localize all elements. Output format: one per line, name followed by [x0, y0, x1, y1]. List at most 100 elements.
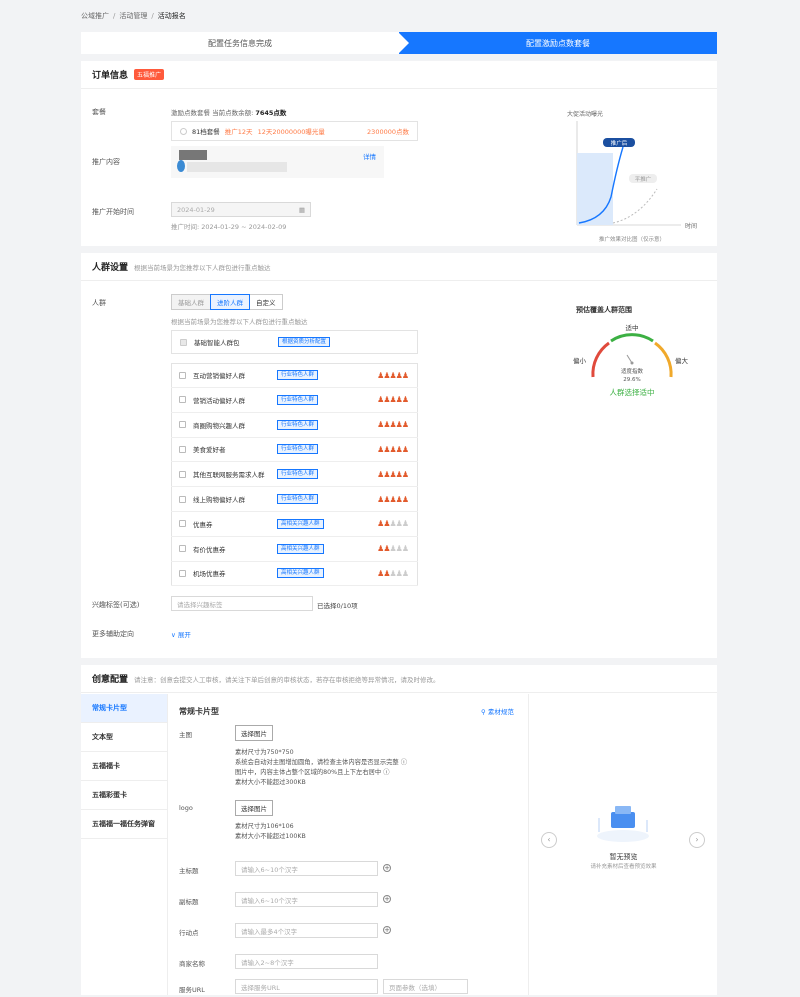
- chevron-down-icon: ∨: [171, 631, 176, 639]
- crowd-checkbox[interactable]: [179, 495, 186, 503]
- nav-text[interactable]: 文本型: [81, 723, 167, 752]
- step-2-active: 配置激励点数套餐: [398, 32, 717, 54]
- person-icon: ♟: [401, 544, 409, 554]
- select-main-image-button[interactable]: 选择图片: [235, 725, 273, 741]
- chart-ylabel: 大促活动曝光: [567, 110, 603, 118]
- select-logo-button[interactable]: 选择图片: [235, 800, 273, 816]
- crowd-hint: 根据当前场景为您推荐以下人群包进行重点触达: [171, 318, 308, 326]
- crowd-checkbox[interactable]: [179, 545, 186, 553]
- logo-label: logo: [179, 804, 193, 812]
- crowd-row[interactable]: 线上购物偏好人群 行业特色人群 ♟♟♟♟♟: [171, 487, 418, 512]
- field-input[interactable]: 请输入最多4个汉字: [235, 923, 378, 938]
- crowd-row[interactable]: 机场优惠券 高相关兴趣人群 ♟♟♟♟♟: [171, 561, 418, 587]
- field-label: 行动点: [179, 929, 199, 937]
- person-icon: ♟: [401, 420, 409, 430]
- nav-task-popup[interactable]: 五福福一福任务弹窗: [81, 810, 167, 839]
- package-days: 推广12天: [224, 128, 253, 136]
- logo-tips: 素材尺寸为106*106 素材大小不能超过100KB: [235, 823, 306, 840]
- crowd-checkbox[interactable]: [179, 520, 186, 528]
- content-label: 推广内容: [92, 158, 120, 166]
- chart-caption: 推广效果对比图（仅示意）: [599, 235, 665, 243]
- breadcrumb: 公域推广 / 活动管理 / 活动报名: [81, 0, 717, 32]
- crowd-row[interactable]: 互动营销偏好人群 行业特色人群 ♟♟♟♟♟: [171, 363, 418, 388]
- order-info-title: 订单信息: [92, 71, 129, 81]
- crowd-row[interactable]: 商圈购物兴趣人群 行业特色人群 ♟♟♟♟♟: [171, 413, 418, 438]
- crowd-checkbox[interactable]: [179, 371, 186, 379]
- tab-advanced-crowd[interactable]: 进阶人群: [210, 294, 250, 310]
- spec-link[interactable]: ⚲ 素材规范: [481, 706, 514, 716]
- crowd-tag: 行业特色人群: [277, 394, 319, 405]
- package-radio[interactable]: [180, 127, 187, 135]
- field-input[interactable]: 请输入6~10个汉字: [235, 861, 378, 876]
- detail-link[interactable]: 详情: [363, 151, 376, 161]
- package-points: 2300000点数: [367, 128, 409, 136]
- crowd-row[interactable]: 有价优惠券 高相关兴趣人群 ♟♟♟♟♟: [171, 537, 418, 562]
- nav-fu-card[interactable]: 五福福卡: [81, 752, 167, 781]
- crowd-checkbox[interactable]: [179, 569, 186, 577]
- add-circle-icon[interactable]: +: [383, 864, 391, 872]
- crowd-row[interactable]: 其他互联网服务需求人群 行业特色人群 ♟♟♟♟♟: [171, 462, 418, 488]
- coverage-gauge: 适中 偏小 偏大 适度指数 29.6% 人群选择适中: [573, 323, 689, 397]
- breadcrumb-item[interactable]: 公域推广: [81, 11, 109, 21]
- person-icon: ♟: [401, 370, 409, 380]
- expand-toggle[interactable]: ∨ 展开: [171, 629, 191, 639]
- person-icon: ♟: [401, 395, 409, 405]
- crowd-name: 机场优惠券: [193, 570, 226, 579]
- creative-type-nav: 常规卡片型 文本型 五福福卡 五福彩蛋卡 五福福一福任务弹窗: [81, 694, 167, 839]
- crowd-checkbox[interactable]: [179, 470, 186, 478]
- crowd-tag: 行业特色人群: [277, 469, 319, 480]
- crowd-settings-card: 人群设置 根据当前场景为您推荐以下人群包进行重点触达 人群 基础人群 进阶人群 …: [81, 253, 717, 658]
- crowd-checkbox[interactable]: [179, 445, 186, 453]
- crowd-name: 其他互联网服务需求人群: [193, 471, 265, 480]
- crowd-row[interactable]: 优惠券 高相关兴趣人群 ♟♟♟♟♟: [171, 512, 418, 537]
- crowd-name: 线上购物偏好人群: [193, 496, 245, 504]
- chevron-left-icon[interactable]: ‹: [541, 832, 557, 848]
- tab-basic-crowd[interactable]: 基础人群: [171, 294, 211, 310]
- chart-tag-normal: 平推广: [635, 175, 652, 183]
- crowd-level-icons: ♟♟♟♟♟: [377, 420, 409, 430]
- field-input[interactable]: 请输入2~8个汉字: [235, 954, 378, 969]
- crowd-subtitle: 根据当前场景为您推荐以下人群包进行重点触达: [134, 263, 271, 272]
- crowd-tag: 行业特色人群: [277, 419, 319, 430]
- field-input[interactable]: 请输入6~10个汉字: [235, 892, 378, 907]
- gauge-left: 偏小: [573, 356, 587, 365]
- package-info: 激励点数套餐 当前点数余额: 7645点数: [171, 109, 287, 117]
- promo-effect-chart: 大促活动曝光 推广后 平推广 时间 推广效果对比图（仅示意）: [567, 110, 697, 243]
- url-select[interactable]: 选择服务URL: [235, 979, 378, 994]
- url-param-input[interactable]: 页面参数（选填）: [383, 979, 468, 994]
- add-circle-icon[interactable]: +: [383, 926, 391, 934]
- gauge-index-label: 适度指数: [621, 367, 644, 375]
- crowd-row[interactable]: 美食爱好者 行业特色人群 ♟♟♟♟♟: [171, 437, 418, 463]
- crowd-tag: 高相关兴趣人群: [277, 568, 324, 579]
- breadcrumb-separator: /: [113, 12, 116, 20]
- package-option[interactable]: 81档套餐 推广12天 12天20000000曝光量 2300000点数: [171, 121, 418, 141]
- breadcrumb-separator: /: [151, 12, 154, 20]
- lightbulb-icon: ⚲: [481, 708, 486, 716]
- crowd-tag: 行业特色人群: [277, 370, 319, 380]
- crowd-row[interactable]: 营销活动偏好人群 行业特色人群 ♟♟♟♟♟: [171, 388, 418, 413]
- promo-time: 推广时间: 2024-01-29 ~ 2024-02-09: [171, 223, 287, 231]
- content-logo: [177, 160, 185, 172]
- breadcrumb-item[interactable]: 活动管理: [119, 11, 147, 21]
- interest-select[interactable]: 请选择兴趣标签: [171, 596, 313, 611]
- chevron-right-icon[interactable]: ›: [689, 832, 705, 848]
- tab-custom-crowd[interactable]: 自定义: [249, 294, 283, 310]
- crowd-checkbox[interactable]: [179, 396, 186, 404]
- chart-tag-after: 推广后: [611, 139, 628, 147]
- content-text-blur: [187, 162, 287, 172]
- preview-subtitle: 请补充素材后查看预览效果: [590, 864, 657, 870]
- crowd-checkbox[interactable]: [179, 421, 186, 429]
- add-circle-icon[interactable]: +: [383, 895, 391, 903]
- crowd-level-icons: ♟♟♟♟♟: [377, 495, 409, 504]
- more-targeting-label: 更多辅助定向: [92, 630, 134, 638]
- gauge-top: 适中: [626, 323, 639, 332]
- chart-xlabel: 时间: [685, 222, 697, 230]
- nav-regular-card[interactable]: 常规卡片型: [81, 694, 167, 723]
- nav-easter-egg-card[interactable]: 五福彩蛋卡: [81, 781, 167, 810]
- breadcrumb-current: 活动报名: [157, 12, 186, 20]
- url-label: 服务URL: [179, 986, 205, 994]
- crowd-name: 营销活动偏好人群: [193, 396, 245, 405]
- start-date-input[interactable]: 2024-01-29 ▦: [171, 202, 311, 217]
- form-title: 常规卡片型: [179, 707, 219, 716]
- creative-config-card: 创意配置 请注意：创意会提交人工审核，请关注下单后创意的审核状态，若存在审核拒绝…: [81, 665, 717, 995]
